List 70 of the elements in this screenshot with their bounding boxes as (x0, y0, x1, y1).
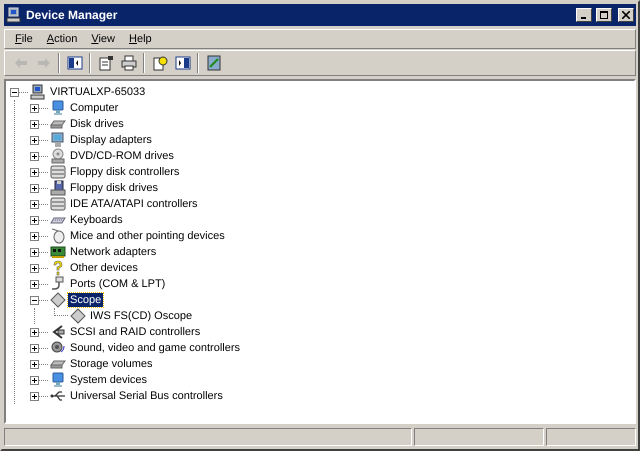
tree-item[interactable]: System devices (68, 373, 150, 387)
properties-icon (98, 55, 114, 71)
expand-icon[interactable] (30, 248, 39, 256)
expand-icon[interactable] (30, 136, 39, 144)
monitor-icon (50, 132, 66, 148)
menu-item[interactable]: Action (40, 30, 84, 48)
collapse-icon[interactable] (30, 296, 39, 304)
expand-icon[interactable] (30, 104, 39, 112)
menu-item[interactable]: File (8, 30, 40, 48)
menu-item[interactable]: Help (122, 30, 159, 48)
menu-item[interactable]: View (84, 30, 122, 48)
panel-icon (174, 55, 190, 71)
tree-item[interactable]: Floppy disk controllers (68, 165, 182, 179)
tree-item[interactable]: Mice and other pointing devices (68, 229, 227, 243)
tree-item[interactable]: Floppy disk drives (68, 181, 160, 195)
printer-icon (120, 55, 136, 71)
tree-item[interactable]: Network adapters (68, 245, 158, 259)
expand-icon[interactable] (30, 168, 39, 176)
plug-icon (50, 276, 66, 292)
maximize-button[interactable] (596, 8, 612, 22)
monitor-icon (50, 100, 66, 116)
expand-icon[interactable] (30, 120, 39, 128)
expand-icon[interactable] (30, 328, 39, 336)
monitor-icon (50, 372, 66, 388)
network-card-icon (50, 244, 66, 260)
expand-icon[interactable] (30, 216, 39, 224)
controller-icon (50, 164, 66, 180)
diamond-icon (70, 308, 86, 324)
expand-icon[interactable] (30, 152, 39, 160)
controller-icon (50, 196, 66, 212)
expand-icon[interactable] (30, 360, 39, 368)
tree-item[interactable]: DVD/CD-ROM drives (68, 149, 176, 163)
close-button[interactable] (618, 8, 634, 22)
tree-item[interactable]: VIRTUALXP-65033 (48, 85, 148, 99)
disc-drive-icon (50, 148, 66, 164)
expand-icon[interactable] (30, 200, 39, 208)
expand-icon[interactable] (30, 232, 39, 240)
tree-item[interactable]: IWS FS(CD) Oscope (88, 309, 194, 323)
expand-icon[interactable] (30, 392, 39, 400)
tree-item[interactable]: Display adapters (68, 133, 154, 147)
computer-icon (30, 84, 46, 100)
window-title: Device Manager (26, 7, 118, 24)
tree-item[interactable]: Other devices (68, 261, 140, 275)
tree-item[interactable]: Keyboards (68, 213, 125, 227)
tree-item[interactable]: Sound, video and game controllers (68, 341, 242, 355)
mouse-icon (50, 228, 66, 244)
expand-icon[interactable] (30, 280, 39, 288)
expand-icon[interactable] (30, 344, 39, 352)
connector-icon (50, 324, 66, 340)
tree-item[interactable]: Ports (COM & LPT) (68, 277, 168, 291)
maximize-icon (600, 11, 608, 19)
tree-item[interactable]: SCSI and RAID controllers (68, 325, 202, 339)
tree-item[interactable]: Storage volumes (68, 357, 155, 371)
tree-item[interactable]: IDE ATA/ATAPI controllers (68, 197, 200, 211)
minimize-button[interactable] (576, 8, 592, 22)
forward-arrow-icon (36, 55, 52, 71)
tree-item[interactable]: Computer (68, 101, 120, 115)
floppy-drive-icon (50, 180, 66, 196)
panel-icon (66, 55, 82, 71)
computer-icon (6, 7, 22, 23)
tree-item[interactable]: Disk drives (68, 117, 126, 131)
expand-icon[interactable] (30, 264, 39, 272)
diamond-icon (50, 292, 66, 308)
close-icon (622, 11, 630, 19)
expand-icon[interactable] (30, 376, 39, 384)
collapse-icon[interactable] (10, 88, 19, 96)
tree-item[interactable]: Scope (68, 293, 104, 307)
help-icon (152, 55, 168, 71)
tree-item[interactable]: Universal Serial Bus controllers (68, 389, 225, 403)
expand-icon[interactable] (30, 184, 39, 192)
